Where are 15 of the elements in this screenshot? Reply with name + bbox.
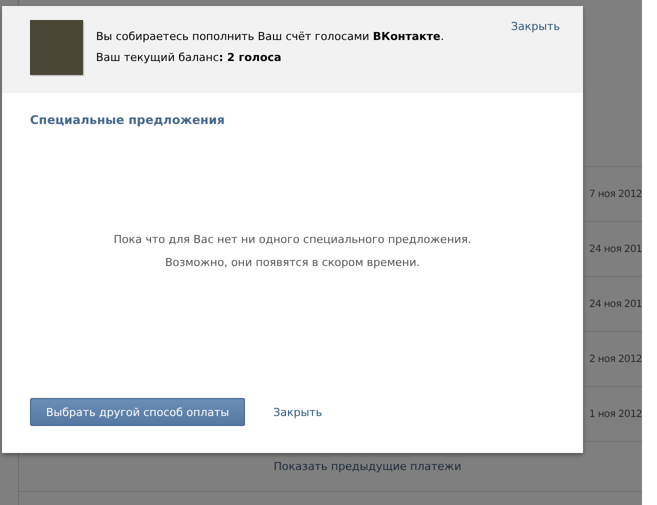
close-link[interactable]: Закрыть xyxy=(511,20,560,33)
empty-message: Пока что для Вас нет ни одного специального предложения. xyxy=(114,233,472,246)
payment-date: 24 ноя 201 xyxy=(589,244,642,254)
show-previous-payments-link[interactable]: Показать предыдущие платежи xyxy=(274,460,462,473)
balance-text: Ваш текущий баланс: 2 голоса xyxy=(96,51,282,64)
other-payment-method-button[interactable]: Выбрать другой способ оплаты xyxy=(30,398,246,426)
payment-date: 1 ноя 2012 xyxy=(589,408,642,420)
photo-placeholder xyxy=(30,20,83,75)
section-title: Специальные предложения xyxy=(30,113,226,127)
payment-date: 2 ноя 2012 xyxy=(589,354,642,364)
payment-date: 7 ноя 2012 xyxy=(589,188,642,200)
topup-message: Вы собираетесь пополнить Ваш счёт голосами ВКонтакте. xyxy=(96,30,445,43)
empty-message: Возможно, они появятся в скором времени. xyxy=(165,256,420,269)
close-link[interactable]: Закрыть xyxy=(273,406,322,418)
payment-date: 24 ноя 201 xyxy=(589,298,642,310)
